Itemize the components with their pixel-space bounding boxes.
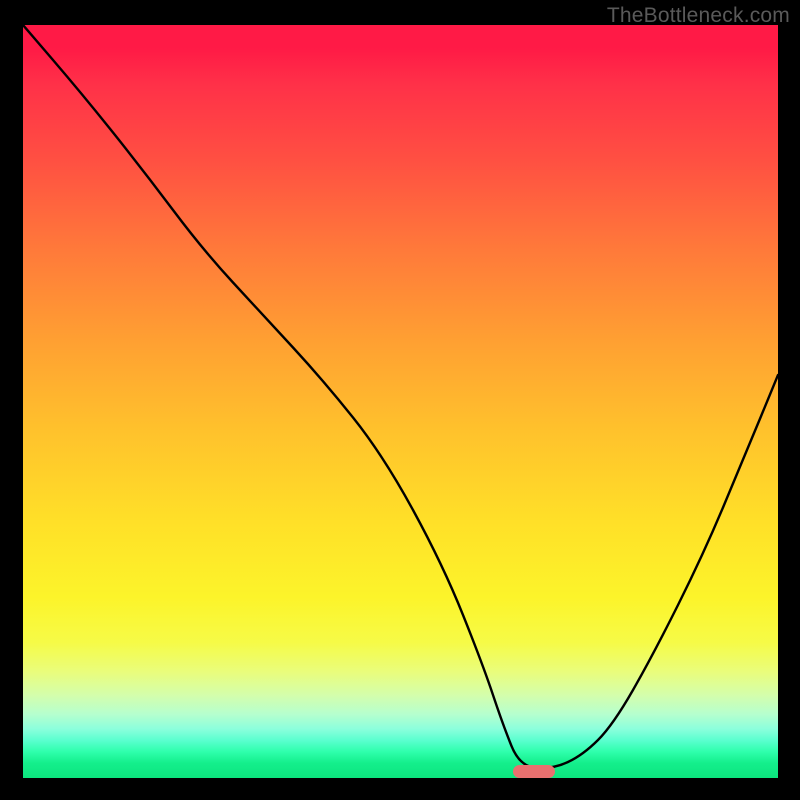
bottleneck-curve: [23, 25, 778, 768]
watermark-text: TheBottleneck.com: [607, 4, 790, 28]
curve-svg: [23, 25, 778, 778]
plot-area: [23, 25, 778, 778]
chart-container: TheBottleneck.com: [0, 0, 800, 800]
optimal-range-marker: [513, 765, 555, 778]
